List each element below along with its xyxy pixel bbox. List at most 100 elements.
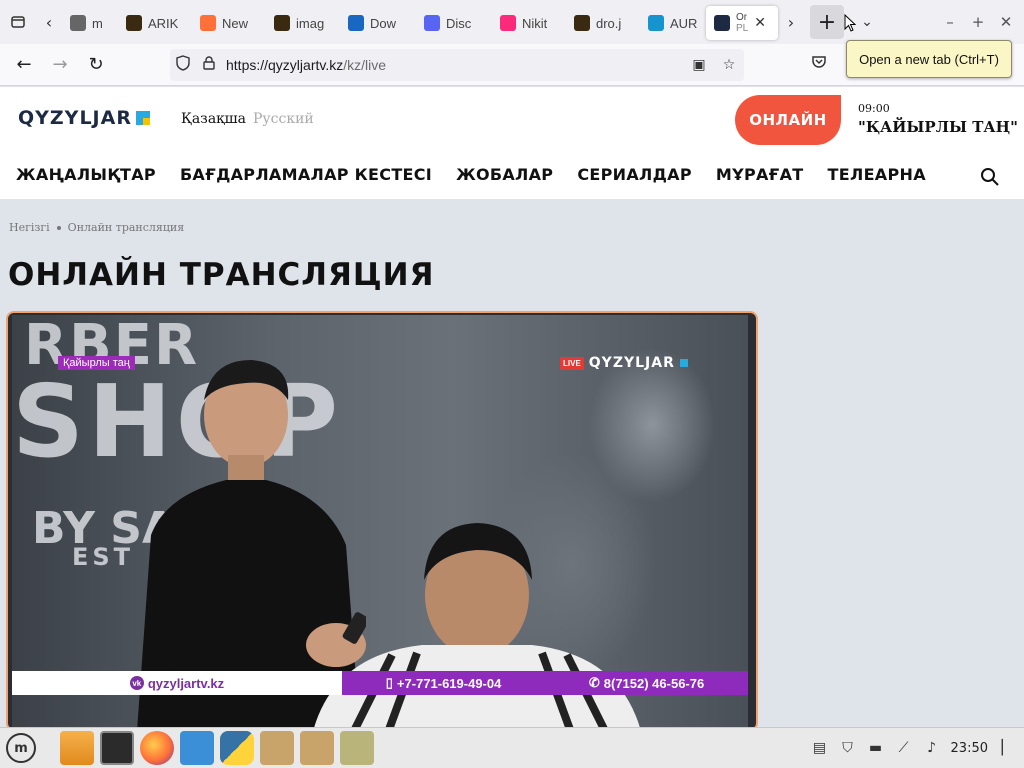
tab-label: New: [222, 15, 249, 31]
files-icon[interactable]: [60, 731, 94, 765]
url-path: /kz/live: [343, 57, 387, 73]
ticker-phone-2: 8(7152) 46-56-76: [603, 675, 705, 691]
tab-item[interactable]: AUR: [640, 6, 706, 40]
nav-item-news[interactable]: ЖАҢАЛЫҚТАР: [16, 165, 156, 184]
phone-icon: ✆: [588, 675, 600, 690]
tab-item[interactable]: New: [192, 6, 266, 40]
arch-icon: [648, 15, 664, 31]
site-logo[interactable]: QYZYLJAR: [18, 107, 150, 129]
reader-view-icon[interactable]: ▣: [684, 57, 714, 73]
pocket-icon[interactable]: [806, 54, 832, 73]
program-title[interactable]: "ҚАЙЫРЛЫ ТАҢ": [858, 118, 1018, 136]
ticker-website: qyzyljartv.kz: [147, 675, 225, 691]
firefox-icon: [200, 15, 216, 31]
tab-item[interactable]: Disc: [416, 6, 492, 40]
vuetify-icon: [348, 15, 364, 31]
ticker-phone-1: +7-771-619-49-04: [396, 675, 502, 691]
url-bar[interactable]: https://qyzyljartv.kz/kz/live ▣ ☆: [170, 49, 744, 81]
site-logo-text: QYZYLJAR: [18, 107, 132, 129]
channel-logo-text: QYZYLJAR: [588, 355, 675, 371]
show-tag: Қайырлы таң: [58, 356, 135, 370]
archive-icon[interactable]: [300, 731, 334, 765]
python-icon[interactable]: [220, 731, 254, 765]
tab-item[interactable]: Nikit: [492, 6, 566, 40]
tab-label: imag: [296, 15, 325, 31]
archive-installer-icon[interactable]: [340, 731, 374, 765]
nav-item-archive[interactable]: МҰРАҒАТ: [716, 165, 804, 184]
tab-scroll-right-icon[interactable]: ›: [778, 13, 804, 32]
keyboard-icon[interactable]: ▬: [867, 740, 885, 756]
main-nav: ЖАҢАЛЫҚТАР БАҒДАРЛАМАЛАР КЕСТЕСІ ЖОБАЛАР…: [16, 165, 926, 184]
tab-label: m: [92, 15, 103, 31]
discord-icon: [424, 15, 440, 31]
tab-active[interactable]: Or PL ✕: [706, 6, 778, 40]
maximize-icon[interactable]: +: [964, 13, 992, 31]
logo-flag-icon: [135, 111, 150, 125]
live-video-frame[interactable]: RBER SHOP BY SA EST Қайырлы таң LIVE QYZ…: [12, 313, 748, 729]
show-desktop-icon[interactable]: ▏: [998, 740, 1016, 756]
tab-item[interactable]: Dow: [340, 6, 416, 40]
shield-icon[interactable]: [170, 55, 196, 75]
tab-label: Dow: [370, 15, 397, 31]
online-button[interactable]: ОНЛАЙН: [735, 95, 841, 145]
tab-item[interactable]: imag: [266, 6, 340, 40]
qyzyljar-favicon-icon: [714, 15, 730, 31]
close-window-icon[interactable]: ✕: [992, 13, 1020, 31]
browser-tab-bar: ‹ m ARIK New imag Dow Disc Nikit dro.j AUR Or PL…: [0, 0, 1024, 44]
tab-label: ARIK: [148, 15, 179, 31]
image-thumb-icon: [574, 15, 590, 31]
clipboard-icon[interactable]: ▤: [811, 740, 829, 756]
tab-item[interactable]: ARIK: [118, 6, 192, 40]
vk-icon: vk: [129, 676, 144, 690]
start-menu-icon[interactable]: m: [6, 733, 36, 763]
video-player[interactable]: RBER SHOP BY SA EST Қайырлы таң LIVE QYZ…: [6, 311, 758, 731]
site-header: QYZYLJAR Қазақша Русский ОНЛАЙН 09:00 "Қ…: [0, 87, 1024, 199]
tab-item[interactable]: m: [62, 6, 118, 40]
shield-tray-icon[interactable]: ⛉: [839, 740, 857, 756]
nav-item-series[interactable]: СЕРИАЛДАР: [577, 165, 692, 184]
image-thumb-icon: [274, 15, 290, 31]
hamburger-icon: [70, 15, 86, 31]
forward-icon[interactable]: →: [42, 54, 78, 75]
bookmark-star-icon[interactable]: ☆: [714, 57, 744, 73]
tab-scroll-left-icon[interactable]: ‹: [36, 13, 62, 32]
back-icon[interactable]: ←: [6, 54, 42, 75]
new-tab-button[interactable]: +: [810, 5, 844, 39]
image-thumb-icon: [126, 15, 142, 31]
archive-icon[interactable]: [260, 731, 294, 765]
active-tab-label-2: PL: [736, 23, 749, 34]
lang-kazakh-link[interactable]: Қазақша: [181, 111, 246, 127]
lang-russian-link[interactable]: Русский: [253, 111, 314, 127]
minimize-icon[interactable]: –: [936, 13, 964, 31]
tab-item[interactable]: dro.j: [566, 6, 640, 40]
main-content: Негізгі Онлайн трансляция ОНЛАЙН ТРАНСЛЯ…: [0, 199, 1024, 731]
nav-item-schedule[interactable]: БАҒДАРЛАМАЛАР КЕСТЕСІ: [180, 165, 432, 184]
page-title: ОНЛАЙН ТРАНСЛЯЦИЯ: [8, 257, 435, 293]
terminal-icon[interactable]: [100, 731, 134, 765]
mobile-phone-icon: ▯: [385, 675, 393, 690]
logo-flag-icon: [679, 359, 688, 367]
video-ticker: vk qyzyljartv.kz ▯ +7-771-619-49-04 ✆ 8(71…: [12, 671, 748, 695]
os-taskbar: m ▤ ⛉ ▬ ⟋ ♪ 23:50 ▏: [0, 727, 1024, 768]
network-icon[interactable]: ⟋: [895, 740, 913, 756]
channel-watermark: LIVE QYZYLJAR: [560, 355, 688, 371]
list-all-tabs-icon[interactable]: [0, 0, 36, 44]
tinder-flame-icon: [500, 15, 516, 31]
breadcrumb-home[interactable]: Негізгі: [9, 221, 50, 234]
search-icon[interactable]: [980, 167, 1000, 187]
tab-label: dro.j: [596, 15, 622, 31]
volume-icon[interactable]: ♪: [923, 740, 941, 756]
close-tab-icon[interactable]: ✕: [754, 15, 766, 31]
reload-icon[interactable]: ↻: [78, 54, 114, 75]
taskbar-clock[interactable]: 23:50: [951, 741, 988, 756]
firefox-icon[interactable]: [140, 731, 174, 765]
breadcrumb: Негізгі Онлайн трансляция: [9, 221, 184, 234]
snowflake-icon[interactable]: [180, 731, 214, 765]
url-domain: https://qyzyljartv.kz: [226, 57, 344, 73]
live-badge: LIVE: [560, 356, 584, 370]
lock-icon[interactable]: [196, 56, 222, 74]
nav-item-projects[interactable]: ЖОБАЛАР: [456, 165, 553, 184]
program-time: 09:00: [858, 102, 890, 115]
nav-item-channel[interactable]: ТЕЛЕАРНА: [828, 165, 926, 184]
breadcrumb-current: Онлайн трансляция: [67, 221, 185, 234]
